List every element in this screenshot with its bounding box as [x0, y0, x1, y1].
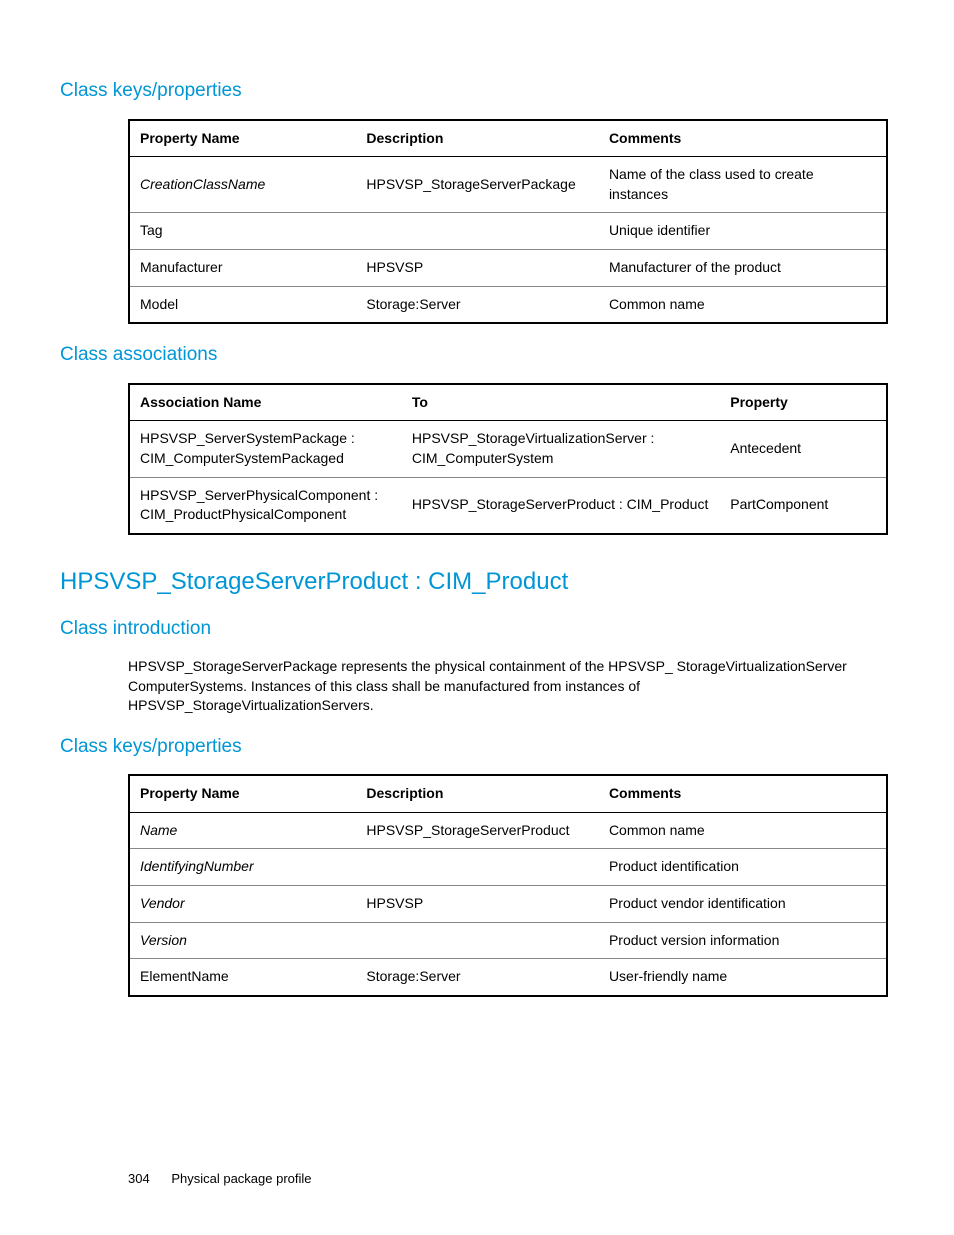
table-cell: HPSVSP_StorageServerProduct [356, 812, 599, 849]
table-cell [356, 213, 599, 250]
table-cell: Vendor [129, 886, 356, 923]
table-cell: Product identification [599, 849, 887, 886]
table-row: IdentifyingNumber Product identification [129, 849, 887, 886]
table-cell: Manufacturer [129, 249, 356, 286]
table-assoc: Association Name To Property HPSVSP_Serv… [128, 383, 888, 535]
table-cell: HPSVSP_StorageVirtualizationServer : CIM… [402, 421, 720, 477]
table-cell: Version [129, 922, 356, 959]
table-cell: HPSVSP_ServerPhysicalComponent : CIM_Pro… [129, 477, 402, 534]
table-row: VendorHPSVSPProduct vendor identificatio… [129, 886, 887, 923]
col-header: Description [356, 775, 599, 812]
col-header: Comments [599, 775, 887, 812]
table-cell: Product vendor identification [599, 886, 887, 923]
table-cell: Product version information [599, 922, 887, 959]
heading-class-intro: Class introduction [60, 616, 894, 643]
table-row: HPSVSP_ServerSystemPackage : CIM_Compute… [129, 421, 887, 477]
table-row: ModelStorage:ServerCommon name [129, 286, 887, 323]
col-header: Association Name [129, 384, 402, 421]
col-header: Description [356, 120, 599, 157]
table-row: Version Product version information [129, 922, 887, 959]
table-cell: Name of the class used to create instanc… [599, 157, 887, 213]
table-cell: HPSVSP_StorageServerProduct : CIM_Produc… [402, 477, 720, 534]
heading-class-assoc: Class associations [60, 342, 894, 369]
table-cell: HPSVSP_StorageServerPackage [356, 157, 599, 213]
col-header: Property [720, 384, 887, 421]
table-row: HPSVSP_ServerPhysicalComponent : CIM_Pro… [129, 477, 887, 534]
chapter-name: Physical package profile [171, 1171, 311, 1186]
table-cell: Storage:Server [356, 286, 599, 323]
table-cell: Storage:Server [356, 959, 599, 996]
table-cell: IdentifyingNumber [129, 849, 356, 886]
page-number: 304 [128, 1171, 150, 1186]
heading-class-keys-1: Class keys/properties [60, 78, 894, 105]
table-cell: HPSVSP [356, 886, 599, 923]
table-cell: Tag [129, 213, 356, 250]
table-cell: CreationClassName [129, 157, 356, 213]
table-cell [356, 922, 599, 959]
col-header: To [402, 384, 720, 421]
table-cell: Unique identifier [599, 213, 887, 250]
table-cell: PartComponent [720, 477, 887, 534]
col-header: Property Name [129, 120, 356, 157]
col-header: Comments [599, 120, 887, 157]
table-cell: Antecedent [720, 421, 887, 477]
table-row: ElementNameStorage:ServerUser-friendly n… [129, 959, 887, 996]
table-cell: User-friendly name [599, 959, 887, 996]
table-keys-1: Property Name Description Comments Creat… [128, 119, 888, 325]
table-cell: Model [129, 286, 356, 323]
table-cell: Name [129, 812, 356, 849]
table-cell: Common name [599, 812, 887, 849]
table-row: Tag Unique identifier [129, 213, 887, 250]
table-cell [356, 849, 599, 886]
col-header: Property Name [129, 775, 356, 812]
table-row: CreationClassNameHPSVSP_StorageServerPac… [129, 157, 887, 213]
heading-product-title: HPSVSP_StorageServerProduct : CIM_Produc… [60, 565, 894, 599]
table-cell: Manufacturer of the product [599, 249, 887, 286]
table-cell: Common name [599, 286, 887, 323]
table-keys-2: Property Name Description Comments NameH… [128, 774, 888, 997]
heading-class-keys-2: Class keys/properties [60, 734, 894, 761]
table-row: ManufacturerHPSVSPManufacturer of the pr… [129, 249, 887, 286]
table-cell: HPSVSP [356, 249, 599, 286]
table-row: NameHPSVSP_StorageServerProductCommon na… [129, 812, 887, 849]
page-footer: 304 Physical package profile [128, 1170, 312, 1188]
table-cell: HPSVSP_ServerSystemPackage : CIM_Compute… [129, 421, 402, 477]
table-cell: ElementName [129, 959, 356, 996]
intro-text: HPSVSP_StorageServerPackage represents t… [128, 657, 888, 716]
